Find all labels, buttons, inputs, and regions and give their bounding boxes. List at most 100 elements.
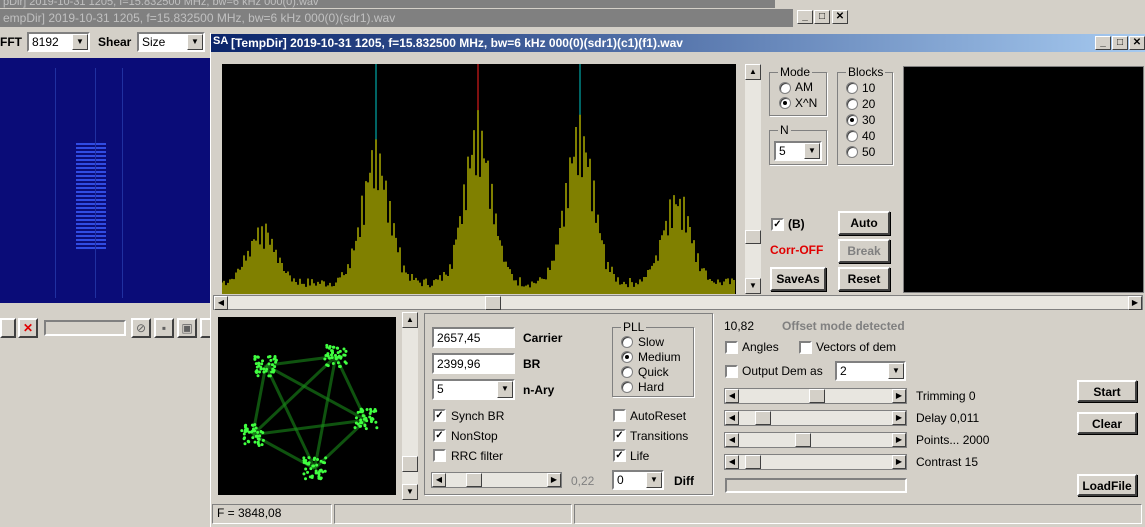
br-input[interactable]: 2399,96: [432, 353, 515, 374]
angles-label: Angles: [742, 340, 779, 354]
left-button-5[interactable]: ▣: [177, 318, 197, 338]
main-close-button[interactable]: ✕: [1129, 36, 1145, 50]
pll-quick-label: Quick: [638, 365, 669, 379]
blocks-20-radio[interactable]: [846, 98, 858, 110]
delete-button[interactable]: ✕: [18, 318, 38, 338]
constellation-point: [274, 360, 278, 364]
constellation-point: [270, 370, 274, 374]
pll-quick-radio[interactable]: [621, 366, 633, 378]
spectrum-display[interactable]: [222, 64, 736, 294]
constellation-point: [307, 456, 311, 460]
blocks-20-label: 20: [862, 97, 876, 111]
diff-select[interactable]: 0 ▼: [612, 470, 664, 490]
mode-am-radio[interactable]: [779, 82, 791, 94]
saveas-button[interactable]: SaveAs: [770, 267, 826, 291]
constellation-point: [271, 367, 275, 371]
constellation-point: [259, 429, 263, 433]
constellation-point: [256, 442, 260, 446]
constellation-point: [331, 345, 335, 349]
life-checkbox[interactable]: ✓: [613, 449, 626, 462]
waterfall-line: [76, 183, 106, 185]
blocks-30-radio[interactable]: [846, 114, 858, 126]
bg-minimize-button[interactable]: _: [797, 10, 813, 24]
blocks-10-radio[interactable]: [846, 82, 858, 94]
pll-slow-radio[interactable]: [621, 336, 633, 348]
bg-window-top-bar: [775, 0, 855, 8]
blocks-40-radio[interactable]: [846, 130, 858, 142]
pll-hard-radio[interactable]: [621, 381, 633, 393]
output-dem-checkbox[interactable]: [725, 365, 738, 378]
constellation-point: [323, 357, 327, 361]
waterfall-display[interactable]: [0, 58, 210, 303]
points-slider[interactable]: ◀ ▶: [724, 432, 907, 448]
status-f: F = 3848,08: [212, 504, 332, 524]
delay-slider[interactable]: ◀ ▶: [724, 410, 907, 426]
start-button[interactable]: Start: [1077, 380, 1137, 402]
constellation-display[interactable]: [218, 317, 396, 495]
secondary-display[interactable]: [903, 66, 1144, 293]
constellation-vscroll[interactable]: ▲ ▼: [402, 312, 418, 500]
constellation-point: [369, 409, 373, 413]
waterfall-line: [76, 163, 106, 165]
vectors-label: Vectors of dem: [816, 340, 897, 354]
constellation-point: [365, 407, 369, 411]
nonstop-checkbox[interactable]: ✓: [433, 429, 446, 442]
b-checkbox[interactable]: ✓: [771, 218, 784, 231]
main-minimize-button[interactable]: _: [1095, 36, 1111, 50]
transitions-checkbox[interactable]: ✓: [613, 429, 626, 442]
constellation-point: [258, 434, 262, 438]
demod-slider[interactable]: ◀ ▶: [431, 472, 562, 488]
reset-button[interactable]: Reset: [838, 267, 890, 291]
synch-br-checkbox[interactable]: ✓: [433, 409, 446, 422]
app-icon: SA: [213, 35, 229, 47]
autoreset-checkbox[interactable]: [613, 409, 626, 422]
waterfall-line: [76, 171, 106, 173]
left-button-1[interactable]: [0, 318, 16, 338]
break-button[interactable]: Break: [838, 239, 890, 263]
n-select[interactable]: 5 ▼: [774, 141, 822, 161]
auto-button[interactable]: Auto: [838, 211, 890, 235]
waterfall-line: [76, 195, 106, 197]
clear-button[interactable]: Clear: [1077, 412, 1137, 434]
constellation-point: [256, 374, 260, 378]
spectrum-hscroll[interactable]: ◀ ▶: [213, 295, 1143, 310]
nary-select[interactable]: 5 ▼: [432, 379, 515, 400]
constellation-point: [336, 361, 340, 365]
carrier-input[interactable]: 2657,45: [432, 327, 515, 348]
bg-maximize-button[interactable]: □: [814, 10, 830, 24]
constellation-point: [257, 370, 261, 374]
b-label: (B): [788, 217, 805, 231]
constellation-point: [354, 416, 358, 420]
stop-icon[interactable]: ⊘: [131, 318, 151, 338]
rrc-checkbox[interactable]: [433, 449, 446, 462]
main-maximize-button[interactable]: □: [1112, 36, 1128, 50]
shear-select[interactable]: Size ▼: [137, 32, 205, 52]
contrast-slider[interactable]: ◀ ▶: [724, 454, 907, 470]
output-dem-select[interactable]: 2 ▼: [835, 361, 906, 381]
trimming-slider[interactable]: ◀ ▶: [724, 388, 907, 404]
constellation-point: [313, 456, 317, 460]
constellation-point: [240, 429, 244, 433]
constellation-point: [315, 463, 319, 467]
shear-label: Shear: [98, 35, 132, 49]
spectrum-vscroll[interactable]: ▲ ▼: [745, 64, 761, 294]
fft-select[interactable]: 8192 ▼: [27, 32, 90, 52]
offset-value: 10,82: [724, 319, 755, 333]
vectors-checkbox[interactable]: [799, 341, 812, 354]
constellation-point: [308, 475, 312, 479]
blocks-50-radio[interactable]: [846, 146, 858, 158]
constellation-point: [374, 420, 378, 424]
pll-medium-radio[interactable]: [621, 351, 633, 363]
constellation-point: [273, 365, 277, 369]
loadfile-button[interactable]: LoadFile: [1077, 474, 1137, 496]
constellation-point: [316, 458, 320, 462]
bg-close-button[interactable]: ✕: [832, 10, 848, 24]
left-button-4[interactable]: ▪: [154, 318, 174, 338]
waterfall-line: [122, 68, 123, 298]
progress-bar: [725, 478, 907, 493]
waterfall-line: [76, 203, 106, 205]
blocks-40-label: 40: [862, 129, 876, 143]
angles-checkbox[interactable]: [725, 341, 738, 354]
constellation-point: [243, 424, 247, 428]
mode-xn-radio[interactable]: [779, 97, 791, 109]
